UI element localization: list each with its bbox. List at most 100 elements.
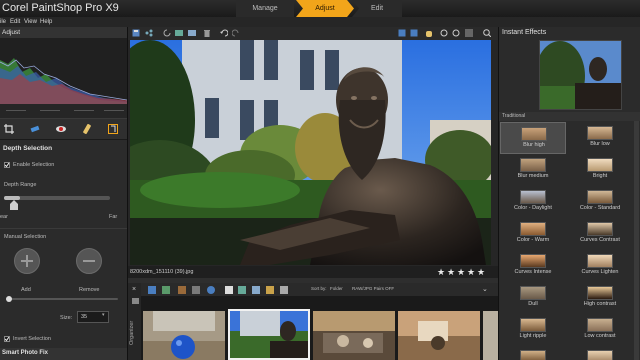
- remove-selection-button[interactable]: [76, 248, 102, 274]
- menu-help[interactable]: Help: [40, 17, 52, 27]
- sort-by-select[interactable]: Folder: [330, 286, 343, 291]
- photo-icon[interactable]: [238, 286, 246, 294]
- close-organizer-icon[interactable]: ×: [132, 286, 136, 293]
- add-label: Add: [21, 287, 31, 293]
- brush-icon[interactable]: [178, 286, 186, 294]
- save-icon[interactable]: [132, 29, 140, 37]
- depth-range-min: ear: [0, 214, 8, 220]
- zoom-icon[interactable]: [483, 29, 492, 38]
- effect-dull[interactable]: Dull: [500, 282, 566, 314]
- effect-label: Low contrast: [584, 333, 616, 339]
- add-selection-button[interactable]: [14, 248, 40, 274]
- size-spinner-icon[interactable]: ▾: [102, 312, 105, 318]
- filmstrip-thumb-1[interactable]: [143, 311, 225, 360]
- menu-bar: [0, 17, 640, 27]
- menu-view[interactable]: View: [24, 17, 37, 27]
- tab-manage[interactable]: Manage: [236, 0, 294, 17]
- enable-selection-checkbox[interactable]: [4, 162, 10, 168]
- tab-adjust[interactable]: Adjust: [296, 0, 354, 17]
- divider: [0, 228, 127, 229]
- collapse-filmstrip-icon[interactable]: ⌄: [482, 285, 488, 293]
- filmstrip-thumb-5[interactable]: [483, 311, 498, 360]
- effect-color-warm[interactable]: Color - Warm: [500, 218, 566, 250]
- effect-thumb: [520, 318, 546, 332]
- organizer-panel-icon[interactable]: [132, 298, 139, 304]
- rating-star-4[interactable]: ★: [467, 267, 475, 277]
- filmstrip-thumb-3[interactable]: [313, 311, 395, 360]
- effect-thumb: [520, 286, 546, 300]
- effect-low-contrast[interactable]: Low contrast: [567, 314, 633, 346]
- import-icon[interactable]: [148, 286, 156, 294]
- effect-curves-intense[interactable]: Curves Intense: [500, 250, 566, 282]
- invert-selection-checkbox[interactable]: [4, 336, 10, 342]
- depth-range-max: Far: [109, 214, 118, 220]
- tab-edit[interactable]: Edit: [352, 0, 402, 17]
- effect-light-ripple[interactable]: Light ripple: [500, 314, 566, 346]
- effect-bright[interactable]: Bright: [567, 154, 633, 186]
- menu-edit[interactable]: Edit: [10, 17, 20, 27]
- zoom-out-icon[interactable]: [452, 29, 460, 37]
- histogram-toggle-icon[interactable]: [465, 29, 473, 37]
- effect-blur-high[interactable]: Blur high: [500, 122, 566, 154]
- undo-icon[interactable]: [220, 29, 229, 37]
- effect-thumb: [587, 318, 613, 332]
- effect-blur-medium[interactable]: Blur medium: [500, 154, 566, 186]
- people-icon[interactable]: [207, 286, 215, 294]
- main-photo[interactable]: [130, 40, 491, 265]
- filmstrip-thumb-2-selected[interactable]: [228, 309, 310, 360]
- share-photo-icon[interactable]: [266, 286, 274, 294]
- effect-label: High contrast: [583, 301, 617, 307]
- brush-size-handle[interactable]: [6, 296, 12, 302]
- rotate-left-icon[interactable]: [163, 29, 171, 37]
- menu-file[interactable]: ile: [0, 17, 6, 27]
- straighten-icon[interactable]: [30, 124, 40, 134]
- effect-blur-low[interactable]: Blur low: [567, 122, 633, 154]
- fit-window-icon[interactable]: [398, 29, 406, 37]
- crop-icon[interactable]: [4, 124, 14, 134]
- effect-label: Curves Contrast: [580, 237, 620, 243]
- rating-star-2[interactable]: ★: [447, 267, 455, 277]
- effect-label: Blur high: [523, 142, 545, 148]
- effect-thumb: [587, 190, 613, 204]
- actual-size-icon[interactable]: [410, 29, 418, 37]
- effect-high-contrast[interactable]: High contrast: [567, 282, 633, 314]
- map-icon[interactable]: [225, 286, 233, 294]
- effect-lukis[interactable]: [500, 346, 566, 360]
- zoom-in-icon[interactable]: [440, 29, 448, 37]
- depth-selection-icon[interactable]: [108, 124, 118, 134]
- pan-hand-icon[interactable]: [425, 29, 433, 37]
- effect-label: Dull: [528, 301, 538, 307]
- brush-size-slider[interactable]: [6, 298, 118, 300]
- enable-selection-label: Enable Selection: [13, 162, 55, 168]
- red-eye-icon[interactable]: [56, 124, 66, 134]
- smart-photo-fix-title: Smart Photo Fix: [2, 350, 49, 356]
- effect-thumb: [587, 158, 613, 172]
- raw-pairs-toggle[interactable]: RAW/JPG Pairs OFF: [352, 286, 394, 291]
- rating-star-1[interactable]: ★: [437, 267, 445, 277]
- effect-color-daylight[interactable]: Color - Daylight: [500, 186, 566, 218]
- effect-soft-light[interactable]: [567, 346, 633, 360]
- effect-thumb: [520, 190, 546, 204]
- redo-icon[interactable]: [231, 29, 240, 37]
- smart-photo-fix-header[interactable]: Smart Photo Fix: [0, 348, 127, 360]
- depth-range-fill: [4, 196, 20, 200]
- list-view-icon[interactable]: [192, 286, 200, 294]
- filmstrip-thumb-4[interactable]: [398, 311, 480, 360]
- effect-curves-lighten[interactable]: Curves Lighten: [567, 250, 633, 282]
- compare-icon[interactable]: [188, 29, 196, 37]
- effect-curves-contrast[interactable]: Curves Contrast: [567, 218, 633, 250]
- app-title: Corel PaintShop Pro X9: [2, 2, 119, 14]
- delete-icon[interactable]: [203, 29, 211, 37]
- effect-preview: [539, 40, 622, 110]
- email-icon[interactable]: [280, 286, 288, 294]
- effect-label: Color - Daylight: [514, 205, 552, 211]
- effects-scrollbar[interactable]: [634, 121, 639, 360]
- photos-icon[interactable]: [175, 29, 183, 37]
- share-icon[interactable]: [145, 29, 153, 37]
- slideshow-icon[interactable]: [252, 286, 260, 294]
- rating-star-5[interactable]: ★: [477, 267, 485, 277]
- rating-star-3[interactable]: ★: [457, 267, 465, 277]
- effect-color-standard[interactable]: Color - Standard: [567, 186, 633, 218]
- tag-icon[interactable]: [162, 286, 170, 294]
- makeover-icon[interactable]: [82, 124, 92, 134]
